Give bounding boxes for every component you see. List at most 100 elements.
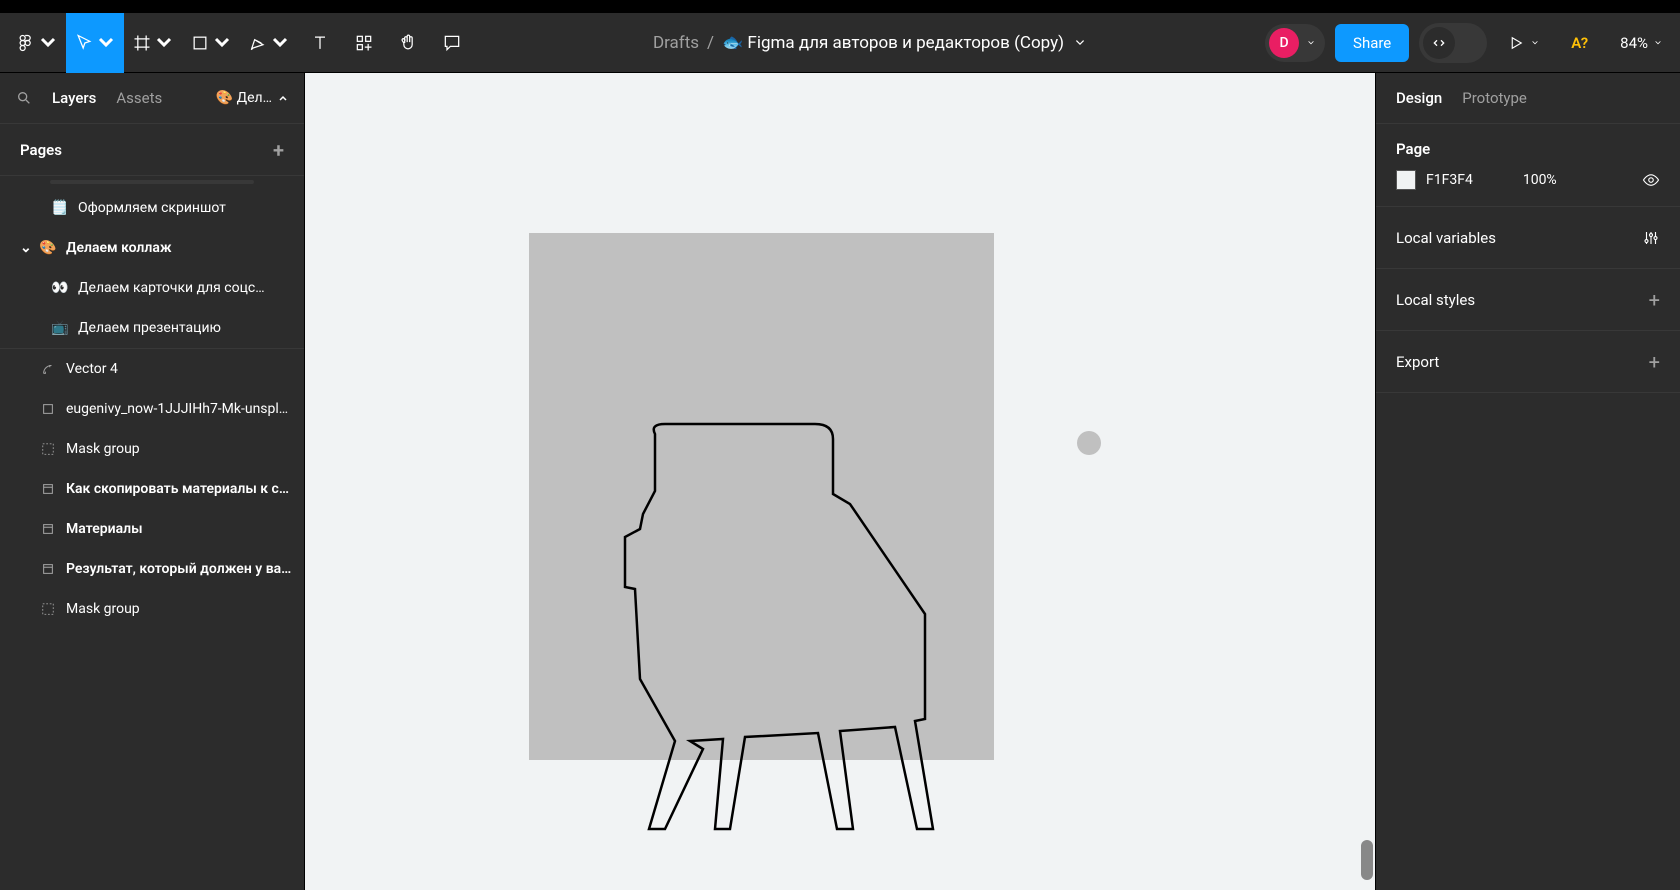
layer-emoji-icon: 👀 [52, 280, 68, 296]
canvas[interactable] [305, 73, 1375, 890]
text-tool[interactable] [298, 13, 342, 73]
chair-vector[interactable] [615, 419, 935, 839]
add-page-button[interactable]: + [273, 138, 284, 162]
mask-icon [40, 441, 56, 457]
layer-emoji-icon: 🎨 [40, 240, 56, 256]
breadcrumb: Drafts / 🐟 Figma для авторов и редакторо… [474, 33, 1265, 53]
user-avatar-menu[interactable]: D [1265, 24, 1325, 62]
layer-emoji-icon: 📺 [52, 320, 68, 336]
component-icon [40, 521, 56, 537]
layer-label: Результат, который должен у ва… [66, 561, 291, 577]
opacity-value: 100% [1523, 172, 1557, 188]
layer-emoji-icon: 🗒️ [52, 200, 68, 216]
local-styles-section[interactable]: Local styles + [1376, 269, 1680, 331]
breadcrumb-drafts[interactable]: Drafts [653, 33, 699, 53]
shape-tool[interactable] [182, 13, 240, 73]
color-value: F1F3F4 [1426, 172, 1473, 188]
chevron-down-icon [270, 33, 290, 53]
main-toolbar: Drafts / 🐟 Figma для авторов и редакторо… [0, 13, 1680, 73]
layer-item[interactable]: 📺 Делаем презентацию [0, 308, 304, 348]
layer-label: Материалы [66, 521, 143, 537]
local-styles-label: Local styles [1396, 291, 1475, 309]
handle-dot[interactable] [1077, 431, 1101, 455]
text-icon [310, 33, 330, 53]
comment-tool[interactable] [430, 13, 474, 73]
comment-icon [442, 33, 462, 53]
play-icon [1507, 34, 1525, 52]
component-icon [40, 561, 56, 577]
layer-label: eugenivy_now-1JJJIHh7-Mk-unspl… [66, 401, 288, 417]
page-indicator [50, 180, 254, 184]
layer-label: Делаем карточки для соцс… [78, 280, 265, 296]
layer-list: 🗒️Оформляем скриншот⌄🎨Делаем коллаж👀Дела… [0, 176, 304, 890]
visibility-icon[interactable] [1642, 171, 1660, 189]
layer-item[interactable]: 🗒️ Оформляем скриншот [0, 188, 304, 228]
layer-label: Делаем презентацию [78, 320, 221, 336]
dev-mode-toggle[interactable] [1419, 23, 1487, 63]
hand-icon [398, 33, 418, 53]
layer-item[interactable]: Результат, который должен у ва… [0, 549, 304, 589]
tab-assets[interactable]: Assets [116, 89, 162, 107]
present-button[interactable] [1497, 34, 1549, 52]
layer-item[interactable]: eugenivy_now-1JJJIHh7-Mk-unspl… [0, 389, 304, 429]
page-selector-label: 🎨 Дел… [216, 90, 272, 106]
add-export-button[interactable]: + [1649, 350, 1660, 374]
layer-label: Оформляем скриншот [78, 200, 226, 216]
zoom-control[interactable]: 84% [1610, 34, 1672, 52]
left-panel: Layers Assets 🎨 Дел… Pages + 🗒️ Оформляем… [0, 73, 305, 890]
layer-item[interactable]: 👀 Делаем карточки для соцс… [0, 268, 304, 308]
layer-label: Mask group [66, 441, 140, 457]
frame-icon [132, 33, 152, 53]
layer-item[interactable]: Mask group [0, 429, 304, 469]
tab-prototype[interactable]: Prototype [1462, 89, 1527, 107]
tab-design[interactable]: Design [1396, 89, 1442, 107]
breadcrumb-file[interactable]: 🐟 Figma для авторов и редакторов (Copy) [722, 33, 1064, 53]
local-variables-section[interactable]: Local variables [1376, 207, 1680, 269]
right-panel: Design Prototype Page F1F3F4 100% Local … [1375, 73, 1680, 890]
frame-tool[interactable] [124, 13, 182, 73]
figma-logo-icon [16, 33, 36, 53]
pages-header: Pages + [0, 124, 304, 176]
chevron-down-icon[interactable] [1074, 37, 1086, 49]
avatar: D [1269, 28, 1299, 58]
settings-icon[interactable] [1642, 229, 1660, 247]
vector-icon [40, 361, 56, 377]
layer-label: Mask group [66, 601, 140, 617]
layer-item[interactable]: Материалы [0, 509, 304, 549]
missing-fonts-badge[interactable]: A? [1559, 34, 1600, 52]
zoom-value: 84% [1620, 34, 1648, 52]
page-background-color[interactable]: F1F3F4 100% [1396, 170, 1557, 190]
export-label: Export [1396, 353, 1439, 371]
export-section[interactable]: Export + [1376, 331, 1680, 393]
tab-layers[interactable]: Layers [52, 89, 96, 107]
page-selector[interactable]: 🎨 Дел… [216, 90, 288, 106]
search-icon[interactable] [16, 90, 32, 106]
resources-tool[interactable] [342, 13, 386, 73]
breadcrumb-sep: / [707, 33, 714, 53]
avatar-initial: D [1279, 35, 1288, 51]
layer-item[interactable]: Mask group [0, 589, 304, 629]
layer-item[interactable]: Vector 4 [0, 349, 304, 389]
color-swatch[interactable] [1396, 170, 1416, 190]
layer-item[interactable]: ⌄🎨Делаем коллаж [0, 228, 304, 268]
expand-caret-icon[interactable]: ⌄ [20, 240, 30, 256]
layer-item[interactable]: Как скопировать материалы к с… [0, 469, 304, 509]
share-button[interactable]: Share [1335, 24, 1409, 62]
chevron-up-icon [278, 93, 288, 103]
chevron-down-icon [154, 33, 174, 53]
hand-tool[interactable] [386, 13, 430, 73]
main-menu-button[interactable] [8, 13, 66, 73]
rectangle-icon [190, 33, 210, 53]
component-icon [40, 481, 56, 497]
vertical-scrollbar[interactable] [1361, 840, 1373, 880]
pages-label: Pages [20, 141, 62, 159]
chevron-down-icon [96, 33, 116, 53]
pen-tool[interactable] [240, 13, 298, 73]
move-tool[interactable] [66, 13, 124, 73]
mask-icon [40, 601, 56, 617]
chevron-down-icon [1654, 39, 1662, 47]
resources-icon [354, 33, 374, 53]
os-titlebar [0, 0, 1680, 13]
frame-icon [40, 401, 56, 417]
add-style-button[interactable]: + [1649, 288, 1660, 312]
